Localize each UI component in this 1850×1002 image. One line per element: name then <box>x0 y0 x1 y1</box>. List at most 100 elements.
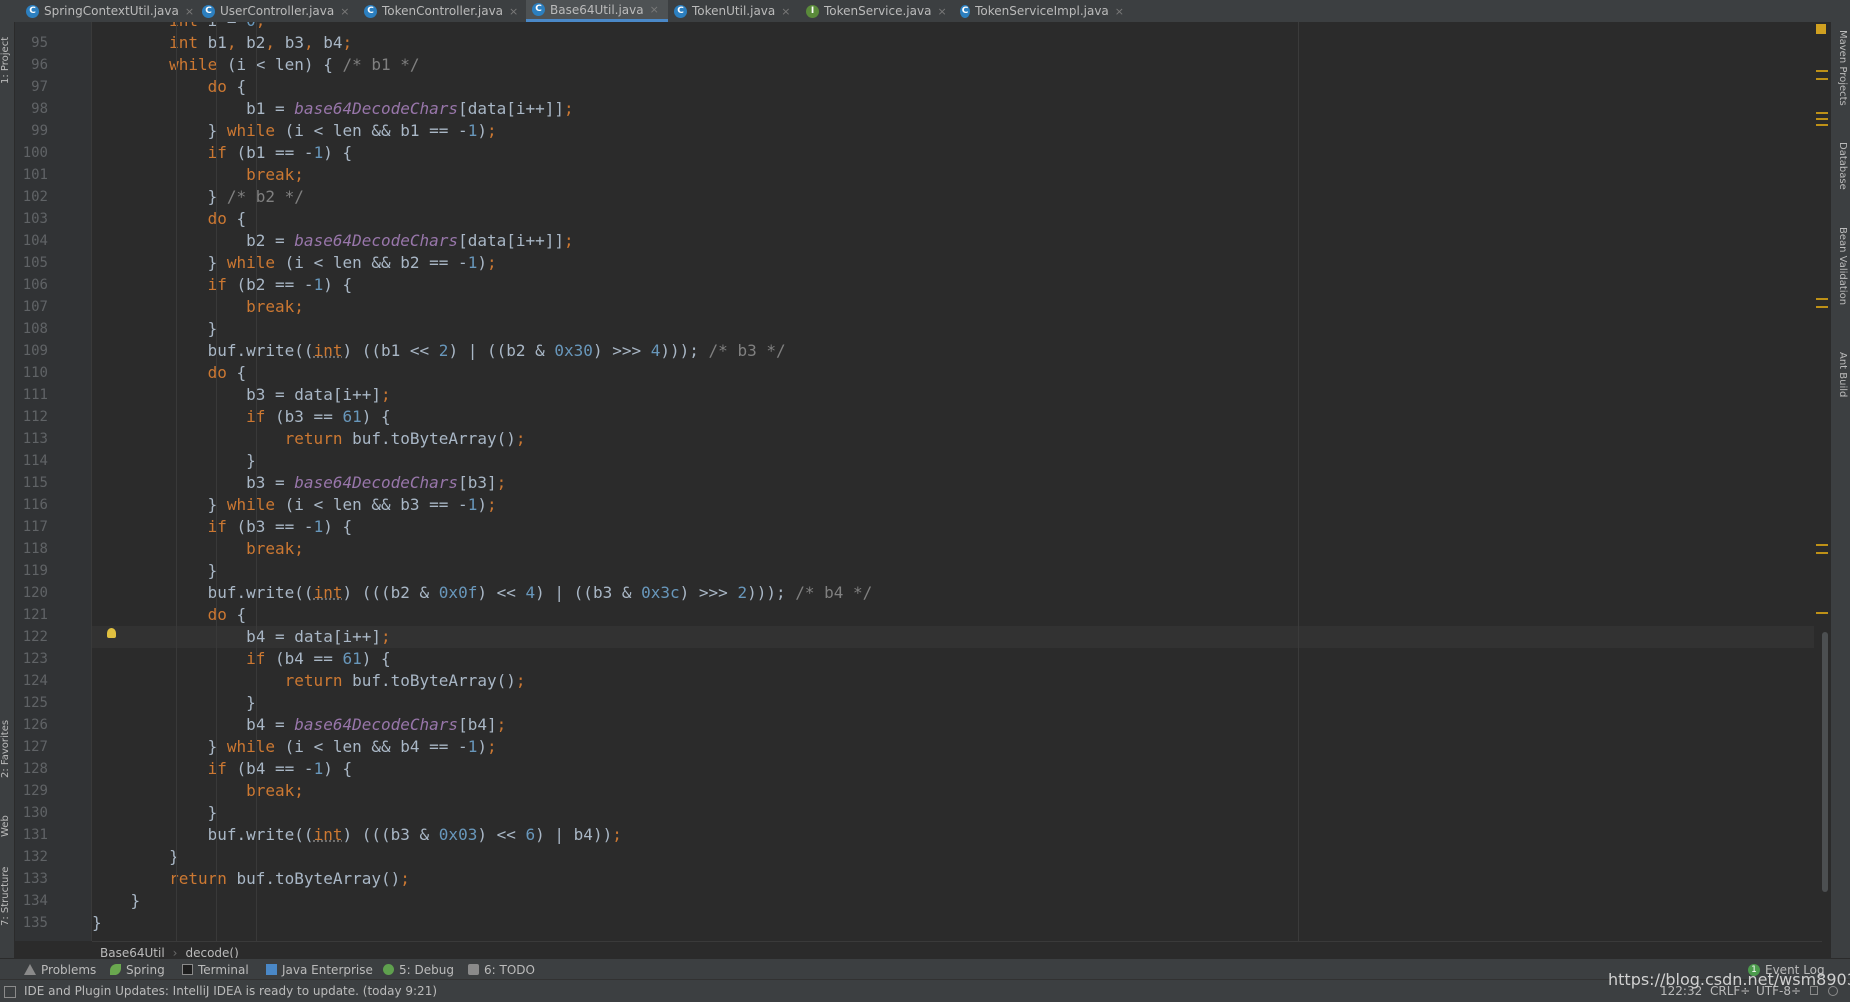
line-number[interactable]: 98 <box>15 98 48 120</box>
code-line[interactable]: } <box>92 912 1822 934</box>
code-line[interactable]: if (b3 == 61) { <box>92 406 1822 428</box>
web-tool-window-button[interactable]: Web <box>0 807 14 837</box>
code-line[interactable]: } while (i < len && b4 == -1); <box>92 736 1822 758</box>
line-number[interactable]: 132 <box>15 846 48 868</box>
code-line[interactable]: } <box>92 890 1822 912</box>
line-number[interactable]: 120 <box>15 582 48 604</box>
line-number[interactable]: 118 <box>15 538 48 560</box>
line-number[interactable]: 109 <box>15 340 48 362</box>
code-line[interactable]: } <box>92 560 1822 582</box>
line-number[interactable]: 123 <box>15 648 48 670</box>
line-number[interactable]: 135 <box>15 912 48 934</box>
maven-projects-tool-window-button[interactable]: Maven Projects <box>1834 30 1848 126</box>
line-number[interactable]: 133 <box>15 868 48 890</box>
code-line[interactable]: } while (i < len && b3 == -1); <box>92 494 1822 516</box>
code-line[interactable]: return buf.toByteArray(); <box>92 428 1822 450</box>
close-icon[interactable]: × <box>1115 5 1124 18</box>
vertical-scrollbar[interactable] <box>1822 632 1828 892</box>
line-number[interactable]: 121 <box>15 604 48 626</box>
stripe-marker[interactable] <box>1816 78 1828 80</box>
code-line[interactable]: } <box>92 318 1822 340</box>
line-number[interactable]: 106 <box>15 274 48 296</box>
line-number[interactable]: 112 <box>15 406 48 428</box>
code-line-partial[interactable]: int i = 0; <box>92 22 1822 32</box>
line-number[interactable]: 108 <box>15 318 48 340</box>
code-line[interactable]: return buf.toByteArray(); <box>92 868 1822 890</box>
terminal-tool-window-button[interactable]: Terminal <box>182 959 249 980</box>
structure-tool-window-button[interactable]: 7: Structure <box>0 860 14 926</box>
status-bar-toggle-icon[interactable] <box>4 986 16 998</box>
code-line[interactable]: do { <box>92 362 1822 384</box>
debug-tool-window-button[interactable]: 5: Debug <box>383 959 454 980</box>
line-number[interactable]: 105 <box>15 252 48 274</box>
stripe-marker[interactable] <box>1816 118 1828 120</box>
code-line[interactable]: break; <box>92 780 1822 802</box>
code-line[interactable]: } <box>92 450 1822 472</box>
database-tool-window-button[interactable]: Database <box>1834 142 1848 212</box>
line-number[interactable]: 114 <box>15 450 48 472</box>
code-line[interactable]: if (b2 == -1) { <box>92 274 1822 296</box>
tab-usercontroller[interactable]: C UserController.java × <box>196 0 358 22</box>
code-line[interactable]: b3 = base64DecodeChars[b3]; <box>92 472 1822 494</box>
line-number-gutter[interactable]: 95 96 97 98 99 100 101 102 103 104 105 106 107 108 109… <box>15 22 92 941</box>
code-line[interactable]: break; <box>92 296 1822 318</box>
code-line[interactable]: if (b3 == -1) { <box>92 516 1822 538</box>
java-enterprise-tool-window-button[interactable]: Java Enterprise <box>266 959 373 980</box>
line-number[interactable]: 110 <box>15 362 48 384</box>
line-number[interactable]: 124 <box>15 670 48 692</box>
line-number[interactable]: 96 <box>15 54 48 76</box>
todo-tool-window-button[interactable]: 6: TODO <box>468 959 535 980</box>
line-number[interactable]: 111 <box>15 384 48 406</box>
close-icon[interactable]: × <box>937 5 946 18</box>
line-number[interactable]: 102 <box>15 186 48 208</box>
line-number[interactable]: 104 <box>15 230 48 252</box>
stripe-marker[interactable] <box>1816 112 1828 114</box>
line-number[interactable]: 95 <box>15 32 48 54</box>
code-line[interactable]: } while (i < len && b2 == -1); <box>92 252 1822 274</box>
line-number[interactable]: 107 <box>15 296 48 318</box>
tab-tokenserviceimpl[interactable]: C TokenServiceImpl.java × <box>954 0 1124 22</box>
line-number[interactable]: 97 <box>15 76 48 98</box>
line-number[interactable]: 115 <box>15 472 48 494</box>
line-number[interactable]: 125 <box>15 692 48 714</box>
line-number[interactable]: 130 <box>15 802 48 824</box>
code-line[interactable]: break; <box>92 164 1822 186</box>
line-number[interactable]: 113 <box>15 428 48 450</box>
status-message[interactable]: IDE and Plugin Updates: IntelliJ IDEA is… <box>24 980 437 1002</box>
stripe-marker[interactable] <box>1816 124 1828 126</box>
line-number[interactable]: 119 <box>15 560 48 582</box>
close-icon[interactable]: × <box>650 3 659 16</box>
code-line[interactable]: do { <box>92 208 1822 230</box>
line-number[interactable]: 117 <box>15 516 48 538</box>
code-line[interactable]: if (b4 == 61) { <box>92 648 1822 670</box>
code-line[interactable]: if (b4 == -1) { <box>92 758 1822 780</box>
close-icon[interactable]: × <box>340 5 349 18</box>
ant-build-tool-window-button[interactable]: Ant Build <box>1834 352 1848 422</box>
line-number[interactable]: 126 <box>15 714 48 736</box>
code-line[interactable]: b4 = data[i++]; <box>92 626 1822 648</box>
line-number[interactable]: 99 <box>15 120 48 142</box>
code-line[interactable]: return buf.toByteArray(); <box>92 670 1822 692</box>
stripe-marker[interactable] <box>1816 298 1828 300</box>
line-number[interactable]: 116 <box>15 494 48 516</box>
code-line[interactable]: b2 = base64DecodeChars[data[i++]]; <box>92 230 1822 252</box>
stripe-marker[interactable] <box>1816 544 1828 546</box>
code-line[interactable]: buf.write((int) (((b3 & 0x03) << 6) | b4… <box>92 824 1822 846</box>
code-line[interactable]: } /* b2 */ <box>92 186 1822 208</box>
code-line[interactable]: break; <box>92 538 1822 560</box>
code-line[interactable]: b4 = base64DecodeChars[b4]; <box>92 714 1822 736</box>
tab-springcontextutil[interactable]: C SpringContextUtil.java × <box>20 0 196 22</box>
close-icon[interactable]: × <box>781 5 790 18</box>
tab-base64util[interactable]: C Base64Util.java × <box>526 0 668 22</box>
line-number[interactable]: 134 <box>15 890 48 912</box>
line-number[interactable]: 103 <box>15 208 48 230</box>
code-line[interactable]: buf.write((int) (((b2 & 0x0f) << 4) | ((… <box>92 582 1822 604</box>
code-line[interactable]: while (i < len) { /* b1 */ <box>92 54 1822 76</box>
problems-tool-window-button[interactable]: Problems <box>24 959 96 980</box>
code-line[interactable]: b3 = data[i++]; <box>92 384 1822 406</box>
stripe-marker[interactable] <box>1816 552 1828 554</box>
code-line[interactable]: if (b1 == -1) { <box>92 142 1822 164</box>
project-tool-window-button[interactable]: 1: Project <box>0 24 14 84</box>
tab-tokencontroller[interactable]: C TokenController.java × <box>358 0 526 22</box>
stripe-marker[interactable] <box>1816 612 1828 614</box>
